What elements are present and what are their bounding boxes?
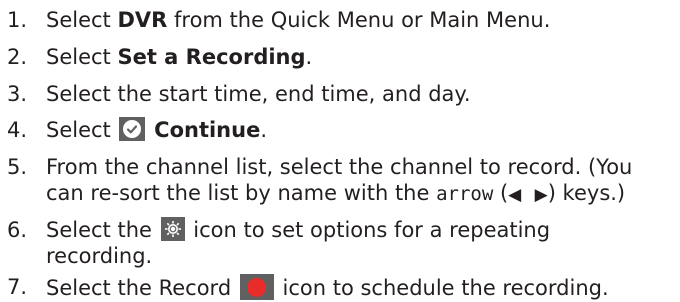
record-dot-icon — [239, 274, 274, 300]
step-text-post: from the Quick Menu or Main Menu. — [167, 8, 551, 32]
step-number: 6. — [7, 218, 28, 242]
step-text-post: icon to schedule the recording. — [275, 276, 609, 300]
step-number: 2. — [7, 45, 28, 69]
step-text: Select the icon to set options for a rep… — [46, 217, 550, 244]
paren-open: ( — [493, 181, 509, 205]
check-circle-icon — [119, 117, 146, 141]
step-text: Select the Record icon to schedule the r… — [46, 274, 609, 302]
step-number: 3. — [7, 82, 28, 106]
step-number: 1. — [7, 8, 28, 32]
step-text-pre: Select the Record — [46, 276, 238, 300]
step-text-line-2: can re-sort the list by name with the ar… — [46, 180, 625, 209]
arrow-keyword: arrow — [436, 183, 494, 205]
step-text-line-2: recording. — [46, 244, 153, 268]
step-text-post: ) keys.) — [547, 181, 626, 205]
step-bold-set-recording: Set a Recording — [117, 45, 306, 69]
arrow-right-icon: ▶ — [534, 185, 548, 205]
step-text: Select the start time, end time, and day… — [46, 82, 471, 106]
step-bold-continue: Continue — [154, 118, 261, 142]
step-text: Select DVR from the Quick Menu or Main M… — [46, 7, 550, 34]
step-text-pre: Select the — [46, 218, 159, 242]
step-text-post: . — [260, 118, 268, 142]
step-number: 7. — [7, 275, 28, 299]
step-number: 4. — [7, 118, 28, 142]
step-text-pre: Select — [46, 118, 118, 142]
step-text: Select Set a Recording. — [46, 44, 312, 71]
step-text-line-1: From the channel list, select the channe… — [46, 155, 633, 179]
instruction-list: 1. Select DVR from the Quick Menu or Mai… — [0, 0, 680, 302]
step-bold-dvr: DVR — [117, 8, 168, 32]
arrow-left-icon: ◀ — [508, 185, 522, 205]
step-text-pre: Select — [46, 45, 118, 69]
step-text-post: . — [305, 45, 313, 69]
step-text: Select Continue. — [46, 117, 267, 144]
gear-options-icon — [160, 217, 185, 241]
step-text-pre: can re-sort the list by name with the — [46, 181, 437, 205]
step-number: 5. — [7, 155, 28, 179]
step-text-pre: Select — [46, 8, 118, 32]
step-text-post: icon to set options for a repeating — [186, 218, 551, 242]
